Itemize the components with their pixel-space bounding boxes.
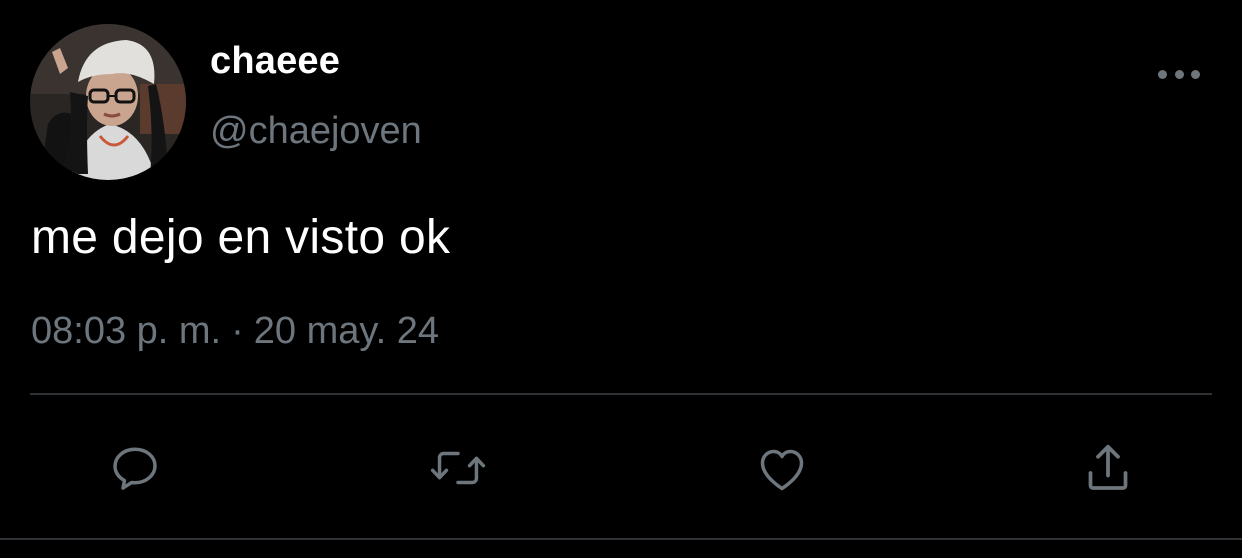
tweet-date: 20 may. 24 (253, 310, 439, 352)
more-dot (1174, 69, 1184, 79)
more-dot (1158, 69, 1167, 79)
share-button[interactable] (1078, 438, 1138, 498)
avatar[interactable] (30, 24, 186, 180)
tweet-time: 08:03 p. m. (31, 310, 222, 352)
heart-icon (760, 449, 804, 491)
user-handle[interactable]: @chaejoven (210, 110, 422, 153)
avatar-photo (30, 24, 186, 180)
divider (0, 538, 1242, 540)
timestamp-separator: · (231, 310, 244, 352)
display-name[interactable]: chaeee (210, 40, 340, 83)
like-button[interactable] (752, 438, 812, 498)
share-icon (1088, 444, 1128, 490)
tweet-text: me dejo en visto ok (31, 211, 451, 264)
retweet-button[interactable] (428, 438, 488, 498)
divider (30, 393, 1212, 395)
more-dot (1191, 69, 1200, 79)
tweet-timestamp[interactable]: 08:03 p. m. · 20 may. 24 (31, 310, 439, 353)
reply-icon (113, 447, 157, 490)
retweet-icon (430, 451, 486, 485)
more-options-icon[interactable] (1158, 62, 1200, 86)
reply-button[interactable] (105, 438, 165, 498)
